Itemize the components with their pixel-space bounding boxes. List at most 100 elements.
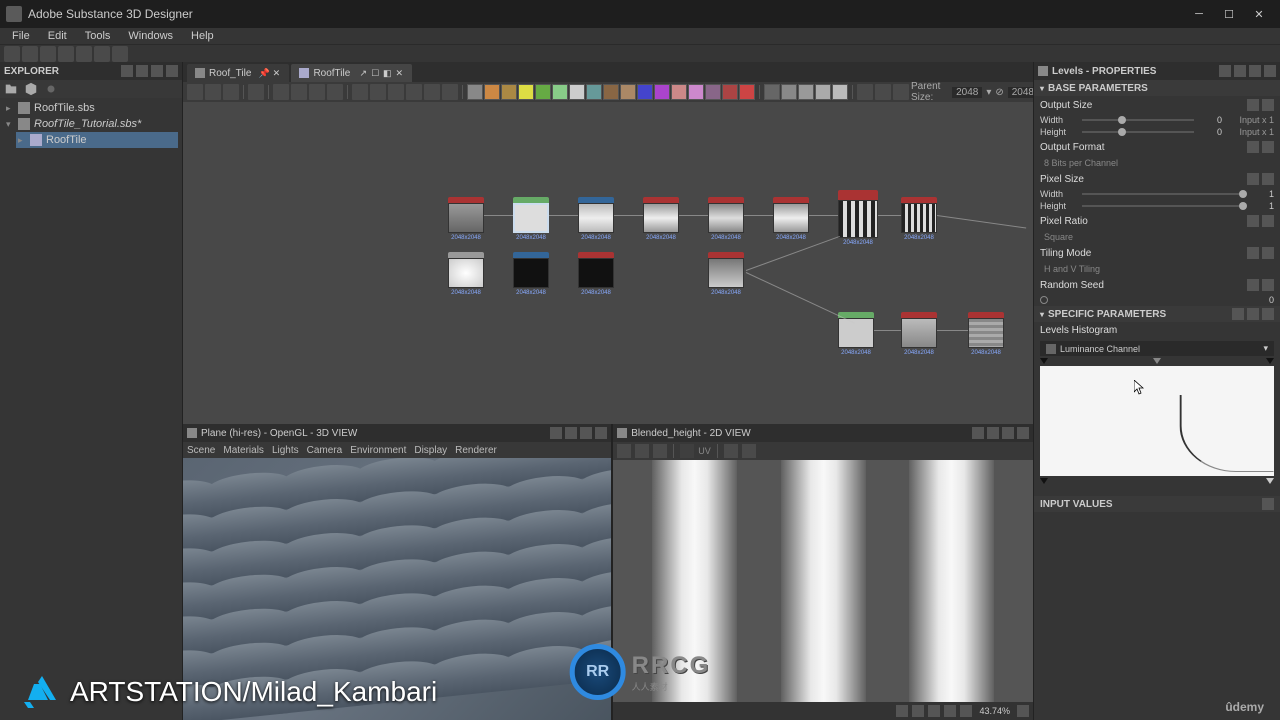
copy-icon[interactable] — [653, 444, 667, 458]
px-height-value[interactable]: 1 — [1254, 201, 1274, 211]
maximize-button[interactable]: ☐ — [1214, 0, 1244, 28]
px-height-slider[interactable] — [1082, 205, 1246, 207]
frame-icon[interactable] — [406, 84, 422, 100]
input-white-slider[interactable] — [1266, 358, 1274, 364]
gray-swatch[interactable] — [815, 84, 831, 100]
toolbar-undo-icon[interactable] — [94, 46, 110, 62]
pin-icon[interactable] — [121, 65, 133, 77]
chevron-down-icon[interactable]: ▾ — [986, 87, 991, 98]
tab-restore-icon[interactable]: ☐ — [370, 68, 380, 78]
select-icon[interactable] — [187, 84, 203, 100]
channel-dropdown[interactable]: Luminance Channel ▾ — [1040, 341, 1274, 356]
maximize-panel-icon[interactable] — [151, 65, 163, 77]
menu-lights[interactable]: Lights — [272, 445, 299, 456]
tab-pin-icon[interactable]: 📌 — [259, 68, 269, 78]
width-slider[interactable] — [1082, 119, 1194, 121]
grid-icon[interactable] — [896, 705, 908, 717]
output-black-slider[interactable] — [1040, 478, 1048, 484]
color-swatch[interactable] — [654, 84, 670, 100]
gear-icon[interactable] — [1262, 498, 1274, 510]
menu-icon[interactable] — [1262, 141, 1274, 153]
tree-item-rooftile-sbs[interactable]: ▸ RoofTile.sbs — [4, 100, 178, 116]
toolbar-refresh-icon[interactable] — [40, 46, 56, 62]
color-swatch[interactable] — [467, 84, 483, 100]
menu-display[interactable]: Display — [414, 445, 447, 456]
restore-icon[interactable] — [1234, 65, 1246, 77]
gray-swatch[interactable] — [798, 84, 814, 100]
menu-help[interactable]: Help — [183, 30, 222, 42]
close-button[interactable]: ✕ — [1244, 0, 1274, 28]
chain-icon[interactable] — [44, 82, 58, 96]
lock-icon[interactable] — [1017, 705, 1029, 717]
menu-icon[interactable] — [1262, 215, 1274, 227]
tab-close-icon[interactable]: ✕ — [394, 68, 404, 78]
maximize-icon[interactable] — [580, 427, 592, 439]
snap-icon[interactable] — [327, 84, 343, 100]
curve-icon[interactable] — [388, 84, 404, 100]
menu-windows[interactable]: Windows — [120, 30, 181, 42]
gray-swatch[interactable] — [832, 84, 848, 100]
mode-icon[interactable] — [857, 84, 873, 100]
color-swatch[interactable] — [722, 84, 738, 100]
info-icon[interactable] — [724, 444, 738, 458]
pin-icon[interactable] — [442, 84, 458, 100]
link-icon[interactable] — [1247, 141, 1259, 153]
random-seed-radio[interactable] — [1040, 296, 1048, 304]
maximize-icon[interactable] — [1249, 65, 1261, 77]
height-value[interactable]: 0 — [1202, 127, 1222, 137]
toolbar-redo-icon[interactable] — [112, 46, 128, 62]
chevron-right-icon[interactable]: ▸ — [18, 135, 26, 146]
width-value[interactable]: 0 — [1202, 115, 1222, 125]
output-white-slider[interactable] — [1266, 478, 1274, 484]
save-icon[interactable] — [635, 444, 649, 458]
close-icon[interactable] — [1264, 65, 1276, 77]
pin-icon[interactable] — [550, 427, 562, 439]
link-icon[interactable] — [1247, 279, 1259, 291]
color-swatch[interactable] — [637, 84, 653, 100]
color-swatch[interactable] — [569, 84, 585, 100]
color-swatch[interactable] — [620, 84, 636, 100]
menu-file[interactable]: File — [4, 30, 38, 42]
toolbar-saveall-icon[interactable] — [76, 46, 92, 62]
zoom-icon[interactable] — [273, 84, 289, 100]
px-width-value[interactable]: 1 — [1254, 189, 1274, 199]
color-swatch[interactable] — [552, 84, 568, 100]
pixel-ratio-value[interactable]: Square — [1034, 230, 1280, 244]
menu-icon[interactable] — [1262, 247, 1274, 259]
uv-icon[interactable] — [680, 444, 694, 458]
tab-roof-tile[interactable]: Roof_Tile 📌 ✕ — [187, 64, 289, 82]
tab-float-icon[interactable]: ◧ — [382, 68, 392, 78]
restore-icon[interactable] — [565, 427, 577, 439]
gray-swatch[interactable] — [764, 84, 780, 100]
pin-icon[interactable] — [1219, 65, 1231, 77]
chevron-down-icon[interactable]: ▾ — [6, 119, 14, 130]
menu-tools[interactable]: Tools — [77, 30, 119, 42]
tab-maximize-icon[interactable]: ↗ — [358, 68, 368, 78]
px-width-slider[interactable] — [1082, 193, 1246, 195]
tiling-mode-value[interactable]: H and V Tiling — [1034, 262, 1280, 276]
menu-materials[interactable]: Materials — [223, 445, 264, 456]
minimize-button[interactable]: ─ — [1184, 0, 1214, 28]
color-swatch[interactable] — [739, 84, 755, 100]
open-icon[interactable] — [617, 444, 631, 458]
snapshot-icon[interactable] — [223, 84, 239, 100]
chevron-right-icon[interactable]: ▸ — [6, 103, 14, 114]
link-icon[interactable] — [1247, 247, 1259, 259]
color-swatch[interactable] — [688, 84, 704, 100]
tab-close-icon[interactable]: ✕ — [271, 68, 281, 78]
pin-icon[interactable] — [972, 427, 984, 439]
maximize-icon[interactable] — [1002, 427, 1014, 439]
restore-icon[interactable] — [987, 427, 999, 439]
menu-icon[interactable] — [1262, 308, 1274, 320]
section-specific-parameters[interactable]: ▾ SPECIFIC PARAMETERS — [1034, 306, 1280, 322]
menu-icon[interactable] — [1262, 99, 1274, 111]
fit-icon[interactable] — [291, 84, 307, 100]
graph-canvas[interactable]: 2048x2048 2048x2048 2048x2048 2048x2048 … — [183, 102, 1033, 424]
toolbar-open-icon[interactable] — [22, 46, 38, 62]
channel-icon[interactable] — [912, 705, 924, 717]
dropdown-icon[interactable] — [136, 65, 148, 77]
folder-icon[interactable] — [4, 82, 18, 96]
tree-item-rooftile-graph[interactable]: ▸ RoofTile — [16, 132, 178, 148]
fit-icon[interactable] — [928, 705, 940, 717]
menu-renderer[interactable]: Renderer — [455, 445, 497, 456]
